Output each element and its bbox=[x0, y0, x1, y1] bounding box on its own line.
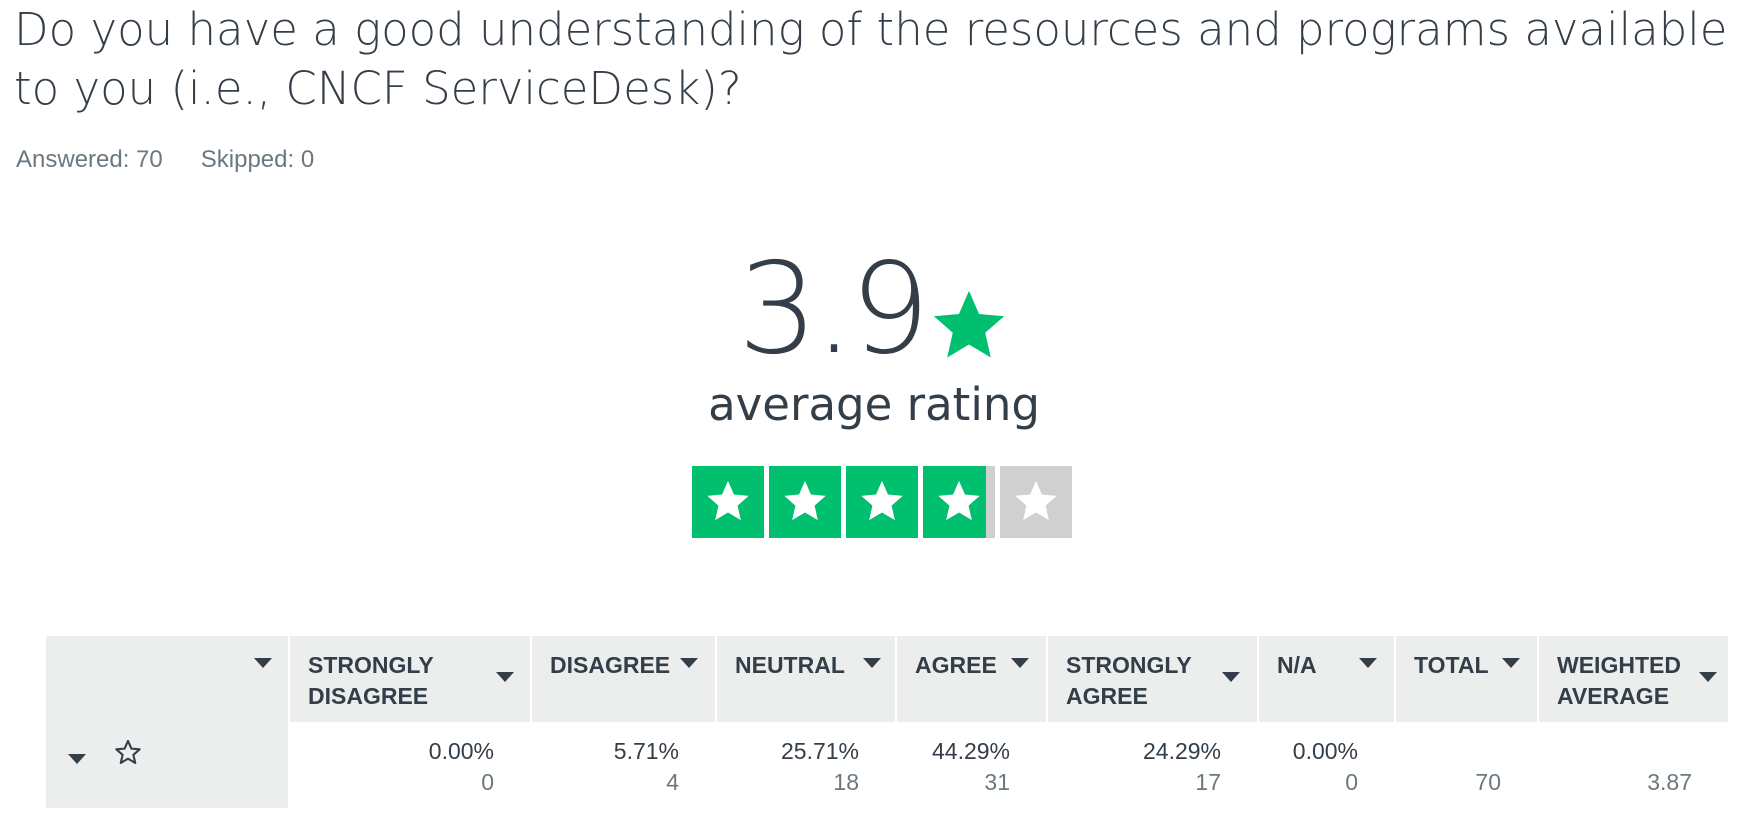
star-icon bbox=[784, 480, 826, 521]
star-icon bbox=[1015, 480, 1057, 521]
expand-arrow-icon[interactable] bbox=[68, 754, 86, 764]
column-label: AGREE bbox=[915, 652, 997, 678]
average-rating-label: average rating bbox=[708, 378, 1040, 431]
cell-agree: 44.29% 31 bbox=[931, 738, 1010, 795]
sort-arrow-icon[interactable] bbox=[1359, 658, 1377, 668]
column-label: STRONGLY AGREE bbox=[1066, 652, 1192, 709]
average-rating-summary: 3.9 average rating bbox=[0, 242, 1746, 430]
question-title: Do you have a good understanding of the … bbox=[14, 3, 1728, 115]
column-header-strongly-disagree[interactable]: STRONGLY DISAGREE bbox=[290, 636, 530, 722]
cell-strongly-agree: 24.29% 17 bbox=[1142, 738, 1221, 795]
cell-total: 70 bbox=[1475, 769, 1501, 795]
cell-strongly-disagree: 0.00% 0 bbox=[428, 738, 494, 795]
rating-star-box bbox=[769, 466, 841, 538]
column-header-total[interactable]: TOTAL bbox=[1396, 636, 1537, 722]
star-icon bbox=[938, 480, 980, 521]
column-label: N/A bbox=[1277, 652, 1317, 678]
column-header-neutral[interactable]: NEUTRAL bbox=[717, 636, 895, 722]
column-label: DISAGREE bbox=[550, 652, 671, 678]
sort-arrow-icon[interactable] bbox=[1502, 658, 1520, 668]
sort-arrow-icon[interactable] bbox=[496, 672, 514, 682]
sort-arrow-icon[interactable] bbox=[1011, 658, 1029, 668]
skipped-count: Skipped: 0 bbox=[200, 146, 315, 173]
column-header-disagree[interactable]: DISAGREE bbox=[532, 636, 715, 722]
cell-na: 0.00% 0 bbox=[1292, 738, 1358, 795]
sort-arrow-icon[interactable] bbox=[1699, 672, 1717, 682]
column-header-weighted-average[interactable]: WEIGHTED AVERAGE bbox=[1539, 636, 1728, 722]
sort-arrow-icon[interactable] bbox=[863, 658, 881, 668]
star-rating-bar bbox=[692, 466, 1072, 538]
star-icon bbox=[861, 480, 903, 521]
column-label: WEIGHTED AVERAGE bbox=[1557, 652, 1681, 709]
sort-arrow-icon[interactable] bbox=[680, 658, 698, 668]
column-header-row-label[interactable] bbox=[46, 636, 288, 722]
column-header-agree[interactable]: AGREE bbox=[897, 636, 1046, 722]
rating-star-box bbox=[923, 466, 995, 538]
column-label: STRONGLY DISAGREE bbox=[308, 652, 434, 709]
cell-weighted-average: 3.87 bbox=[1647, 769, 1692, 795]
cell-disagree: 5.71% 4 bbox=[613, 738, 679, 795]
rating-star-box bbox=[692, 466, 764, 538]
column-label: NEUTRAL bbox=[735, 652, 845, 678]
sort-arrow-icon[interactable] bbox=[254, 658, 272, 668]
sort-arrow-icon[interactable] bbox=[1222, 672, 1240, 682]
row-label-cell bbox=[46, 722, 288, 808]
column-header-strongly-agree[interactable]: STRONGLY AGREE bbox=[1048, 636, 1257, 722]
rating-star-box bbox=[846, 466, 918, 538]
star-icon bbox=[707, 480, 749, 521]
star-icon bbox=[934, 290, 1005, 358]
average-rating-value: 3.9 bbox=[737, 235, 930, 382]
results-table: STRONGLY DISAGREE DISAGREE NEUTRAL AGREE… bbox=[44, 636, 1730, 808]
column-header-na[interactable]: N/A bbox=[1259, 636, 1394, 722]
cell-neutral: 25.71% 18 bbox=[780, 738, 859, 795]
table-row: 0.00% 0 5.71% 4 25.71% 18 44.29% 31 24.2… bbox=[46, 722, 1728, 808]
response-stats: Answered: 70 Skipped: 0 bbox=[16, 146, 314, 174]
rating-star-box bbox=[1000, 466, 1072, 538]
answered-count: Answered: 70 bbox=[16, 146, 163, 173]
column-label: TOTAL bbox=[1414, 652, 1489, 678]
star-outline-icon bbox=[115, 739, 141, 765]
